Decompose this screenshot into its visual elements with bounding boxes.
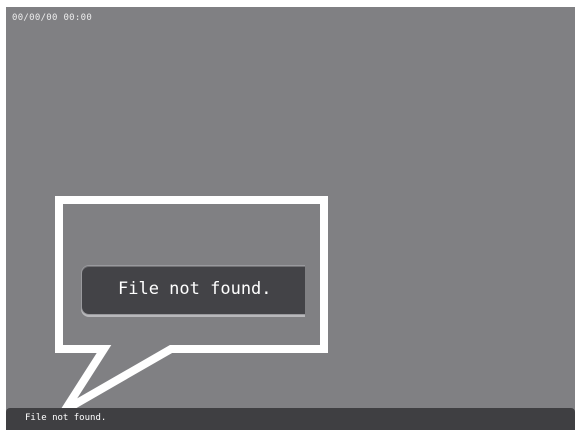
device-screen: 00/00/00 00:00 File not found. File not … — [6, 7, 575, 430]
callout-highlight — [55, 196, 328, 414]
error-popup[interactable]: File not found. — [81, 265, 305, 315]
status-bar: File not found. — [6, 408, 575, 430]
status-bar-message: File not found. — [25, 413, 107, 423]
error-popup-message: File not found. — [118, 279, 272, 299]
